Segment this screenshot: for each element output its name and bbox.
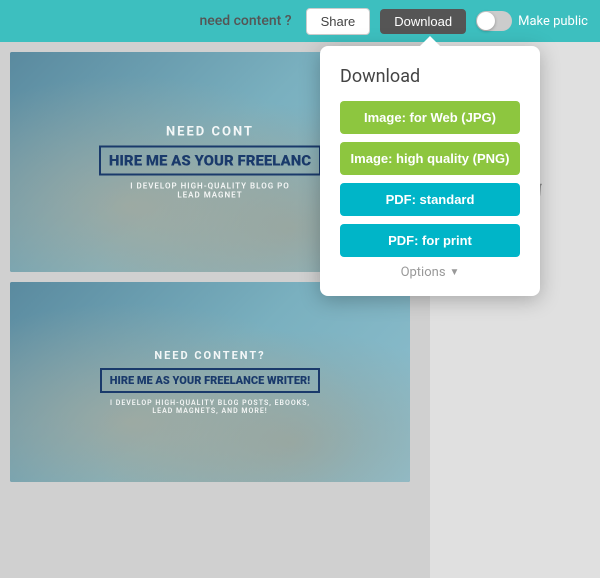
card-subtitle2-2: LEAD MAGNETS, AND MORE! (30, 407, 390, 415)
download-button[interactable]: Download (380, 9, 466, 34)
download-pdf-print-button[interactable]: PDF: for print (340, 224, 520, 257)
card-label-2: NEED CONTENT? (30, 349, 390, 362)
options-chevron-icon: ▼ (450, 267, 460, 278)
make-public-label: Make public (518, 14, 588, 29)
card-title-2: HIRE ME AS YOUR FREELANCE WRITER! (100, 368, 320, 393)
popup-arrow (420, 36, 440, 46)
download-jpg-button[interactable]: Image: for Web (JPG) (340, 101, 520, 134)
share-button[interactable]: Share (306, 8, 371, 35)
download-png-button[interactable]: Image: high quality (PNG) (340, 142, 520, 175)
options-link[interactable]: Options ▼ (340, 265, 520, 280)
card-title-1: HIRE ME AS YOUR FREELANC (99, 146, 321, 176)
card-text-block-2: NEED CONTENT? HIRE ME AS YOUR FREELANCE … (30, 349, 390, 415)
toggle-knob (477, 12, 495, 30)
popup-title: Download (340, 66, 520, 87)
download-popup: Download Image: for Web (JPG) Image: hig… (320, 46, 540, 296)
top-bar: need content ? Share Download Make publi… (0, 0, 600, 42)
card-subtitle1-2: I DEVELOP HIGH-QUALITY BLOG POSTS, EBOOK… (30, 399, 390, 407)
make-public-toggle[interactable] (476, 11, 512, 31)
need-content-label: need content ? (199, 13, 291, 29)
options-label: Options (401, 265, 446, 280)
make-public-toggle-container: Make public (476, 11, 588, 31)
design-card-2[interactable]: NEED CONTENT? HIRE ME AS YOUR FREELANCE … (10, 282, 410, 482)
download-pdf-standard-button[interactable]: PDF: standard (340, 183, 520, 216)
